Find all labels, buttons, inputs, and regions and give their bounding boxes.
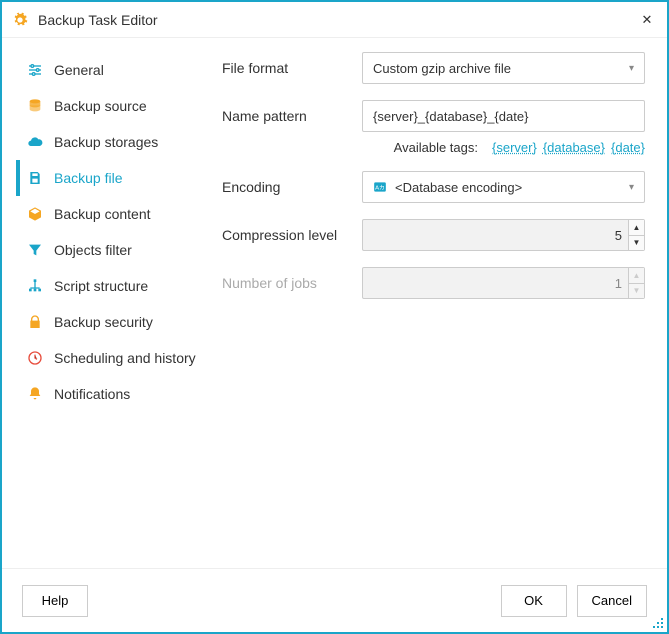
sidebar-item-label: Scheduling and history [54,350,196,366]
sidebar-item-general[interactable]: General [16,52,212,88]
sidebar-item-label: Backup content [54,206,151,222]
file-format-label: File format [222,60,362,76]
sidebar-item-label: Backup source [54,98,147,114]
tree-icon [26,277,44,295]
available-tags-row: Available tags: {server} {database} {dat… [222,140,645,155]
sidebar: General Backup source Backup storages Ba… [2,38,212,568]
sidebar-item-label: Script structure [54,278,148,294]
footer: Help OK Cancel [2,568,667,632]
encoding-select[interactable]: Aカ <Database encoding> ▾ [362,171,645,203]
jobs-spinner: 1 ▲ ▼ [362,267,645,299]
encoding-icon: Aカ [373,180,387,194]
sidebar-item-backup-storages[interactable]: Backup storages [16,124,212,160]
sidebar-item-notifications[interactable]: Notifications [16,376,212,412]
spin-down-button[interactable]: ▼ [629,236,644,251]
name-pattern-label: Name pattern [222,108,362,124]
sidebar-item-label: Objects filter [54,242,132,258]
sidebar-item-label: Backup storages [54,134,158,150]
database-icon [26,97,44,115]
name-pattern-input[interactable] [373,109,634,124]
sidebar-item-backup-content[interactable]: Backup content [16,196,212,232]
sidebar-item-label: General [54,62,104,78]
help-button[interactable]: Help [22,585,88,617]
chevron-down-icon: ▾ [629,63,634,74]
funnel-icon [26,241,44,259]
main-panel: File format Custom gzip archive file ▾ N… [212,38,667,568]
gear-icon [12,12,28,28]
ok-button[interactable]: OK [501,585,567,617]
svg-text:Aカ: Aカ [375,184,385,191]
spin-up-button[interactable]: ▲ [629,220,644,236]
sidebar-item-script-structure[interactable]: Script structure [16,268,212,304]
chevron-down-icon: ▾ [629,182,634,193]
sidebar-item-label: Backup security [54,314,153,330]
sidebar-item-backup-security[interactable]: Backup security [16,304,212,340]
sidebar-item-scheduling[interactable]: Scheduling and history [16,340,212,376]
name-pattern-input-wrap [362,100,645,132]
window-title: Backup Task Editor [38,12,158,28]
save-icon [26,169,44,187]
sidebar-item-backup-file[interactable]: Backup file [16,160,212,196]
clock-icon [26,349,44,367]
spin-down-button: ▼ [629,284,644,299]
close-button[interactable]: ✕ [637,12,657,28]
encoding-label: Encoding [222,179,362,195]
titlebar: Backup Task Editor ✕ [2,2,667,38]
jobs-label: Number of jobs [222,275,362,291]
sidebar-item-backup-source[interactable]: Backup source [16,88,212,124]
compression-spinner[interactable]: 5 ▲ ▼ [362,219,645,251]
bell-icon [26,385,44,403]
cancel-button[interactable]: Cancel [577,585,647,617]
package-icon [26,205,44,223]
cloud-icon [26,133,44,151]
file-format-select[interactable]: Custom gzip archive file ▾ [362,52,645,84]
compression-label: Compression level [222,227,362,243]
available-tags-label: Available tags: [394,140,478,155]
sliders-icon [26,61,44,79]
sidebar-item-label: Backup file [54,170,122,186]
tag-link-database[interactable]: {database} [543,140,605,155]
tag-link-server[interactable]: {server} [492,140,537,155]
tag-link-date[interactable]: {date} [611,140,645,155]
spin-up-button: ▲ [629,268,644,284]
lock-icon [26,313,44,331]
resize-grip[interactable] [653,618,665,630]
sidebar-item-label: Notifications [54,386,130,402]
sidebar-item-objects-filter[interactable]: Objects filter [16,232,212,268]
